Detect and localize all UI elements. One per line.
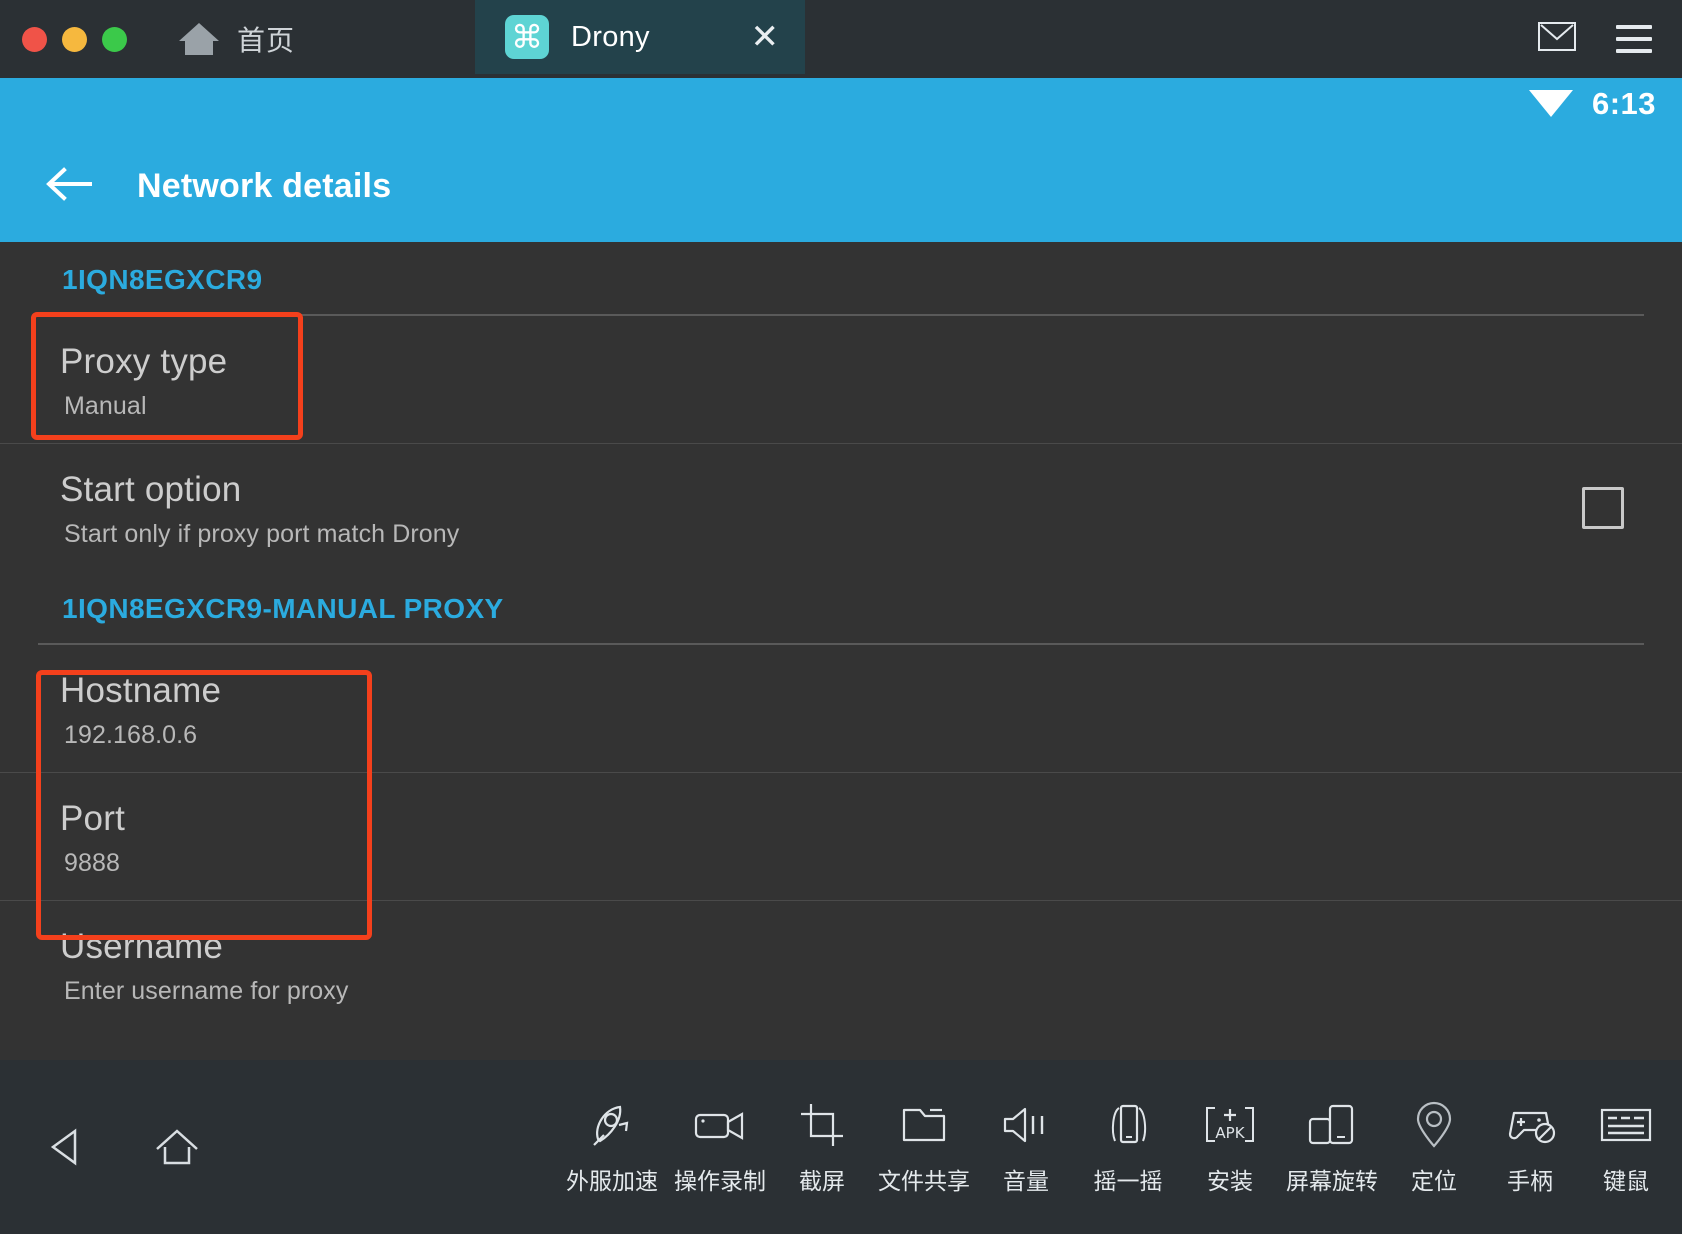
tool-volume[interactable]: 音量: [978, 1098, 1074, 1196]
tool-label: 键鼠: [1603, 1169, 1649, 1195]
tool-file-share[interactable]: 文件共享: [870, 1098, 978, 1196]
row-title: Port: [60, 799, 125, 838]
tool-keyboard-mouse[interactable]: 键鼠: [1578, 1098, 1674, 1196]
row-subtitle: Manual: [64, 392, 147, 420]
emulator-tools: 外服加速 操作录制 截屏 文件共享 音量 摇一摇 APK 安装 屏幕旋转 定位 …: [558, 1098, 1682, 1196]
tool-label: 屏幕旋转: [1286, 1169, 1378, 1195]
row-title: Start option: [60, 470, 242, 509]
window-title-bar: 首页 ⌘ Drony ✕: [0, 0, 1682, 78]
app-tab-label: Drony: [571, 20, 650, 53]
tool-label: 文件共享: [878, 1169, 970, 1195]
video-camera-icon: [693, 1098, 747, 1152]
app-tab-drony[interactable]: ⌘ Drony ✕: [475, 0, 805, 74]
tool-label: 定位: [1411, 1169, 1457, 1195]
tool-label: 安装: [1207, 1169, 1253, 1195]
titlebar-actions: [1538, 0, 1682, 78]
rotate-screen-icon: [1306, 1098, 1358, 1152]
start-option-checkbox[interactable]: [1582, 486, 1624, 529]
apk-install-icon: APK: [1202, 1098, 1258, 1152]
tool-screenshot[interactable]: 截屏: [774, 1098, 870, 1196]
menu-icon[interactable]: [1616, 25, 1652, 53]
location-pin-icon: [1413, 1098, 1455, 1152]
tool-label: 摇一摇: [1093, 1169, 1163, 1195]
home-icon: [175, 19, 223, 59]
window-controls[interactable]: [22, 26, 127, 52]
tool-label: 手柄: [1507, 1169, 1553, 1195]
row-title: Hostname: [60, 671, 222, 710]
tool-shake[interactable]: 摇一摇: [1074, 1098, 1182, 1196]
tool-rotate-screen[interactable]: 屏幕旋转: [1278, 1098, 1386, 1196]
svg-text:APK: APK: [1215, 1124, 1245, 1142]
tool-location[interactable]: 定位: [1386, 1098, 1482, 1196]
rocket-icon: [586, 1098, 638, 1152]
settings-row-port[interactable]: Port 9888: [0, 773, 1682, 900]
settings-section: 1IQN8EGXCR9-MANUAL PROXY Hostname 192.16…: [0, 571, 1682, 1028]
tool-gamepad[interactable]: 手柄: [1482, 1098, 1578, 1196]
wifi-icon: [1528, 86, 1574, 123]
tool-rocket[interactable]: 外服加速: [558, 1098, 666, 1196]
row-title: Username: [60, 927, 224, 966]
row-subtitle: 9888: [64, 849, 121, 877]
section-header: 1IQN8EGXCR9-MANUAL PROXY: [62, 593, 504, 624]
page-title: Network details: [137, 166, 392, 205]
shake-icon: [1101, 1098, 1155, 1152]
close-window-button[interactable]: [22, 26, 47, 52]
menu-line: [1616, 49, 1652, 53]
volume-icon: [1001, 1098, 1051, 1152]
tool-label: 操作录制: [674, 1169, 766, 1195]
menu-line: [1616, 37, 1652, 41]
android-status-bar: 6:13: [0, 78, 1682, 130]
home-tab-label: 首页: [237, 25, 296, 56]
row-subtitle: Start only if proxy port match Drony: [64, 520, 460, 548]
folder-icon: [900, 1098, 948, 1152]
home-tab[interactable]: 首页: [175, 19, 295, 59]
tool-install-apk[interactable]: APK 安装: [1182, 1098, 1278, 1196]
tool-label: 音量: [1003, 1169, 1049, 1195]
section-header: 1IQN8EGXCR9: [62, 264, 263, 295]
status-bar-clock: 6:13: [1591, 86, 1656, 121]
row-title: Proxy type: [60, 342, 228, 381]
settings-row-proxy-type[interactable]: Proxy type Manual: [0, 316, 1682, 443]
settings-section: 1IQN8EGXCR9 Proxy type Manual Start opti…: [0, 242, 1682, 571]
back-arrow-icon[interactable]: [46, 165, 92, 208]
back-nav-icon[interactable]: [36, 1116, 98, 1178]
row-subtitle: 192.168.0.6: [64, 721, 198, 749]
menu-line: [1616, 25, 1652, 29]
emulator-toolbar: 外服加速 操作录制 截屏 文件共享 音量 摇一摇 APK 安装 屏幕旋转 定位 …: [0, 1060, 1682, 1234]
settings-row-username[interactable]: Username Enter username for proxy: [0, 901, 1682, 1028]
crop-icon: [799, 1098, 845, 1152]
mail-icon[interactable]: [1538, 22, 1576, 56]
maximize-window-button[interactable]: [102, 26, 127, 52]
close-icon[interactable]: ✕: [751, 20, 780, 54]
settings-row-hostname[interactable]: Hostname 192.168.0.6: [0, 645, 1682, 772]
tool-label: 截屏: [799, 1169, 845, 1195]
gamepad-icon: [1501, 1098, 1559, 1152]
row-subtitle: Enter username for proxy: [64, 977, 349, 1005]
settings-list[interactable]: 1IQN8EGXCR9 Proxy type Manual Start opti…: [0, 242, 1682, 1060]
home-nav-icon[interactable]: [146, 1116, 208, 1178]
app-bar: Network details: [0, 130, 1682, 242]
tool-record[interactable]: 操作录制: [666, 1098, 774, 1196]
command-icon: ⌘: [505, 15, 549, 59]
tool-label: 外服加速: [566, 1169, 658, 1195]
android-nav-keys: [36, 1116, 208, 1178]
minimize-window-button[interactable]: [62, 26, 87, 52]
keyboard-icon: [1599, 1098, 1653, 1152]
settings-row-start-option[interactable]: Start option Start only if proxy port ma…: [0, 444, 1682, 571]
